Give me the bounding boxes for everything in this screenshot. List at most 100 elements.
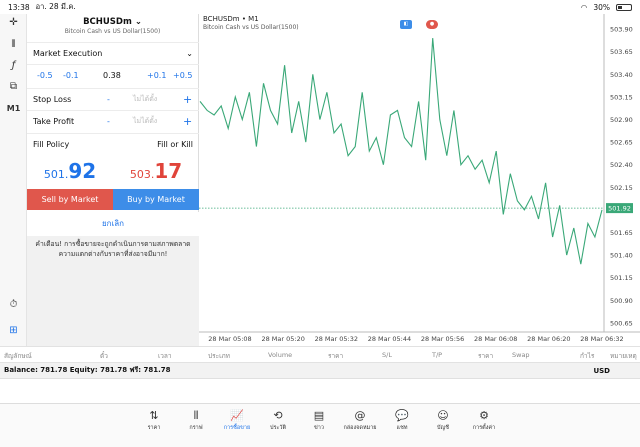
price-chart[interactable]: BCHUSDm • M1 Bitcoin Cash vs US Dollar(1… [199,14,640,346]
y-tick-label: 500.65 [610,319,633,327]
y-tick-label: 503.65 [610,48,633,56]
tab-chat[interactable]: 💬 แชท [382,408,422,432]
wifi-icon: ◠ [580,2,588,12]
column-header: T/P [432,351,443,359]
volume-value[interactable]: 0.38 [103,71,121,80]
volume-plus-big[interactable]: +0.5 [173,71,192,80]
stop-loss-plus[interactable]: + [183,93,192,106]
new-order-icon[interactable]: ⊞ [0,325,27,336]
execution-select[interactable]: Market Execution ⌄ [27,42,199,64]
volume-plus-small[interactable]: +0.1 [147,71,166,80]
x-tick-label: 28 Mar 05:32 [315,335,358,343]
positions-table-header: สัญลักษณ์ ตั๋ว เวลา ประเภท Volume ราคา S/L T/P ร… [0,346,640,363]
order-panel: BCHUSDm ⌄ Bitcoin Cash vs US Dollar(1500… [27,14,199,346]
status-bar: 13:38 อา. 28 มี.ค. ◠ 30% [0,0,640,14]
buy-price: 503.17 [129,159,183,183]
currency: USD [593,366,610,375]
tab-trade[interactable]: 📈 การซื้อขาย [217,408,257,432]
column-header: กำไร [580,352,595,360]
tab-label: กราฟ [189,425,203,431]
take-profit-minus[interactable]: - [107,117,110,126]
bottom-tab-bar: ⇅ ราคา ⫴ กราฟ 📈 การซื้อขาย ⟲ ประวัติ ▤ ข่าว @ กล่อง… [0,403,640,447]
price-line [199,38,603,265]
x-tick-label: 28 Mar 05:56 [421,335,464,343]
date: อา. 28 มี.ค. [35,2,76,11]
warning-text: คำเตือน! การซื้อขายจะถูกดำเนินการตามสภาพ… [27,236,199,346]
tab-label: ประวัติ [269,425,287,431]
news-icon: ▤ [313,409,325,422]
sell-price: 501.92 [43,159,97,183]
fill-policy-row[interactable]: Fill Policy Fill or Kill [27,133,199,155]
tab-news[interactable]: ▤ ข่าว [299,408,339,432]
tab-label: ราคา [147,425,161,431]
tab-label: การตั้งค่า [472,425,496,431]
trade-icon: 📈 [230,409,244,422]
tab-label: การซื้อขาย [223,425,251,431]
stop-loss-minus[interactable]: - [107,95,110,104]
clock: 13:38 [8,2,30,12]
battery-icon [616,3,632,11]
x-tick-label: 28 Mar 05:20 [261,335,304,343]
column-header: S/L [382,351,392,359]
crosshair-icon[interactable]: ✛ [0,17,27,28]
y-tick-label: 502.40 [610,161,633,169]
buy-button[interactable]: Buy by Market [113,189,199,210]
settings-icon: ⚙ [479,409,489,422]
execution-type: Market Execution [33,49,103,58]
tab-account[interactable]: ☺ บัญชี [423,408,463,432]
fill-policy-label: Fill Policy [33,140,70,149]
symbol-description: Bitcoin Cash vs US Dollar(1500) [64,28,161,35]
balance-bar: Balance: 781.78 Equity: 781.78 ฟรี: 781.… [0,363,640,379]
tab-mailbox[interactable]: @ กล่องจดหมาย [340,408,380,432]
stop-loss-row: Stop Loss - ไม่ได้ตั้ง + [27,88,199,110]
chevron-down-icon: ⌄ [186,49,193,58]
y-tick-label: 502.90 [610,116,633,124]
charts-icon: ⫴ [193,409,199,422]
alarm-icon[interactable]: ⏱ [0,299,27,310]
tab-quotes[interactable]: ⇅ ราคา [134,408,174,432]
battery-percent: 30% [593,2,610,12]
x-tick-label: 28 Mar 05:44 [368,335,411,343]
column-header: ราคา [478,352,494,360]
column-header: Volume [268,351,293,359]
tab-label: แชท [396,425,408,431]
function-icon[interactable]: ƒ [0,60,27,71]
timeframe-button[interactable]: M1 [0,104,27,113]
column-header: ราคา [328,352,344,360]
tab-label: กล่องจดหมาย [343,425,377,431]
sell-button[interactable]: Sell by Market [27,189,113,210]
volume-minus-big[interactable]: -0.5 [37,71,53,80]
current-price-label: 501.92 [608,205,631,213]
chart-canvas: 503.90 503.65 503.40 503.15 502.90 502.65 502.… [199,14,640,343]
volume-minus-small[interactable]: -0.1 [63,71,79,80]
x-tick-label: 28 Mar 06:20 [527,335,570,343]
symbol-header[interactable]: BCHUSDm ⌄ Bitcoin Cash vs US Dollar(1500… [27,14,198,42]
tab-settings[interactable]: ⚙ การตั้งค่า [464,408,504,432]
column-header: ตั๋ว [100,352,108,360]
objects-icon[interactable]: ⧉ [0,81,27,92]
tab-history[interactable]: ⟲ ประวัติ [258,408,298,432]
y-tick-label: 502.15 [610,184,633,192]
x-tick-label: 28 Mar 05:08 [208,335,251,343]
cancel-button[interactable]: ยกเลิก [27,212,199,236]
chevron-down-icon: ⌄ [134,17,142,27]
take-profit-value[interactable]: ไม่ได้ตั้ง [133,116,157,127]
tab-charts[interactable]: ⫴ กราฟ [176,408,216,432]
left-toolbar: ✛ ⫴ ƒ ⧉ M1 ⏱ ⊞ [0,14,27,346]
indicators-icon[interactable]: ⫴ [0,39,27,50]
y-tick-label: 503.40 [610,71,633,79]
y-tick-label: 501.15 [610,274,633,282]
quote-prices: 501.92 503.17 [27,159,199,189]
column-header: Swap [512,351,530,359]
stop-loss-value[interactable]: ไม่ได้ตั้ง [133,94,157,105]
fill-policy-value: Fill or Kill [157,140,193,149]
y-tick-label: 500.90 [610,297,633,305]
column-header: หมายเหตุ [610,352,637,360]
x-tick-label: 28 Mar 06:32 [580,335,623,343]
y-tick-label: 501.65 [610,229,633,237]
balance-text: Balance: 781.78 Equity: 781.78 ฟรี: 781.… [4,366,171,374]
x-tick-label: 28 Mar 06:08 [474,335,517,343]
stop-loss-label: Stop Loss [33,95,72,104]
take-profit-plus[interactable]: + [183,115,192,128]
mailbox-icon: @ [354,409,366,422]
